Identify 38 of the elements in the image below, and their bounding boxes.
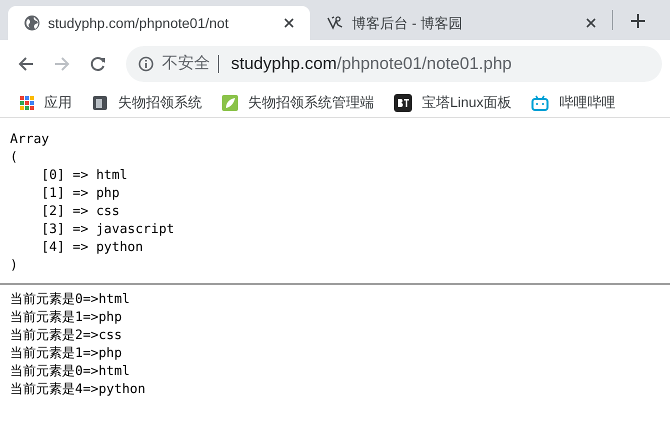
browser-tab[interactable]: studyphp.com/phpnote01/not xyxy=(8,6,310,40)
new-tab-icon[interactable] xyxy=(631,14,645,28)
close-icon[interactable] xyxy=(284,18,294,28)
output-line: 当前元素是0=>html xyxy=(10,291,130,309)
tv-icon xyxy=(531,94,550,110)
array-dump-line: [0] => html xyxy=(40,167,128,185)
url-text: studyphp.com/phpnote01/note01.php xyxy=(231,53,512,76)
output-line: 当前元素是1=>php xyxy=(10,345,122,363)
array-dump-line: [3] => javascript xyxy=(40,221,174,239)
bookmark[interactable]: 哔哩哔哩 xyxy=(531,92,616,113)
output-line: 当前元素是1=>php xyxy=(10,309,122,327)
reload-icon[interactable] xyxy=(90,56,106,72)
array-dump-line: [4] => python xyxy=(40,239,144,257)
close-icon[interactable] xyxy=(586,18,596,28)
pen-figure-icon xyxy=(326,15,344,31)
globe-icon xyxy=(24,15,40,31)
array-dump-line: [1] => php xyxy=(40,185,120,203)
array-dump-line: ) xyxy=(10,257,18,275)
output-line: 当前元素是0=>html xyxy=(10,363,130,381)
info-icon[interactable] xyxy=(138,56,154,72)
leaf-icon xyxy=(222,94,238,110)
output-line: 当前元素是2=>css xyxy=(10,327,122,345)
bookmark[interactable]: 宝塔Linux面板 xyxy=(394,92,512,113)
array-dump-line: ( xyxy=(10,149,18,167)
tab-title: 博客后台 - 博客园 xyxy=(352,14,464,32)
bt-logo-icon xyxy=(394,94,412,112)
apps-grid-icon xyxy=(20,96,34,110)
tab-title: studyphp.com/phpnote01/not xyxy=(48,14,230,33)
bookmark[interactable]: 应用 xyxy=(20,92,72,113)
bookmark[interactable]: 失物招领系统管理端 xyxy=(222,92,374,113)
array-dump-line: [2] => css xyxy=(40,203,120,221)
bookmark[interactable]: 失物招领系统 xyxy=(92,92,202,113)
output-line: 当前元素是4=>python xyxy=(10,381,146,399)
security-label: 不安全 xyxy=(162,54,210,74)
back-arrow-icon[interactable] xyxy=(18,56,34,72)
address-bar[interactable]: 不安全 studyphp.com/phpnote01/note01.php xyxy=(126,46,662,82)
array-dump-line: Array xyxy=(10,131,50,149)
page-icon xyxy=(92,94,108,110)
